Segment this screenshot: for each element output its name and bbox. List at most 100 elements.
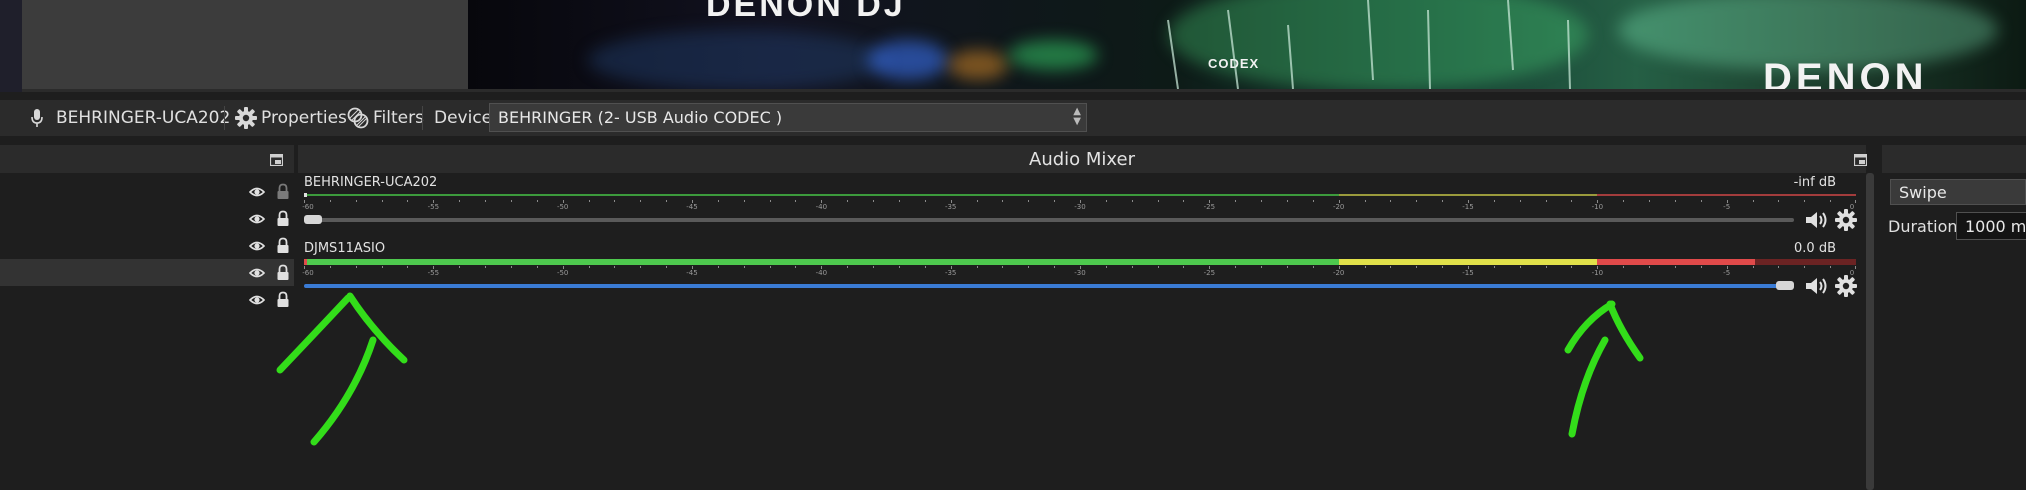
meter-tick (485, 200, 487, 202)
meter-tick (873, 200, 875, 202)
audio-mixer-dock: Audio Mixer BEHRINGER-UCA202 -inf dB -60 -5… (298, 145, 1874, 490)
undock-icon[interactable] (1854, 154, 1867, 166)
meter-tick (1442, 200, 1444, 202)
eye-icon[interactable] (249, 292, 265, 308)
meter-level-fill (1338, 259, 1598, 265)
source-row[interactable] (0, 178, 294, 205)
meter-tick (1261, 266, 1263, 268)
meter-tick (355, 266, 357, 268)
meter-tick (1183, 200, 1185, 202)
transition-select-value: Swipe (1899, 182, 1947, 202)
meter-tick-label: -15 (1462, 269, 1474, 277)
preview-side-panel (22, 0, 468, 89)
meter-tick-label: -20 (1332, 203, 1345, 211)
meter-tick-label: -25 (1203, 203, 1216, 211)
meter-tick (1028, 200, 1030, 202)
filter-icon (347, 107, 369, 129)
device-select[interactable]: BEHRINGER (2- USB Audio CODEC ) ▲ ▼ (489, 103, 1087, 132)
meter-tick (1649, 200, 1651, 202)
unlock-icon[interactable] (276, 183, 290, 200)
meter-tick-label: -5 (1723, 203, 1731, 211)
meter-tick (924, 200, 926, 202)
lock-icon[interactable] (276, 237, 290, 254)
meter-tick (1623, 200, 1625, 202)
meter-tick (510, 200, 512, 202)
meter-tick (1674, 200, 1676, 202)
meter-tick (355, 200, 357, 202)
meter-tick (1235, 266, 1237, 268)
volume-slider[interactable] (304, 284, 1794, 288)
channel-name: BEHRINGER-UCA202 (304, 175, 438, 190)
volume-slider-handle[interactable] (1776, 281, 1794, 290)
lock-icon[interactable] (276, 291, 290, 308)
meter-tick (769, 266, 771, 268)
meter-tick (588, 200, 590, 202)
meter-tick (1674, 266, 1676, 268)
mixer-channel: DJMS11ASIO 0.0 dB -60 -55 -50 -45 -40 -35 -30 -25… (298, 241, 1866, 307)
meter-tick (847, 266, 849, 268)
meter-tick-label: -5 (1723, 269, 1731, 277)
meter-tick (1312, 200, 1314, 202)
meter-tick (407, 266, 409, 268)
gear-icon[interactable] (1834, 274, 1858, 298)
duration-value: 1000 ms (1965, 216, 2026, 236)
meter-range-segment (304, 194, 1339, 196)
lock-icon[interactable] (276, 264, 290, 281)
properties-label: Properties (261, 108, 347, 128)
meter-tick (640, 266, 642, 268)
eye-icon[interactable] (249, 238, 265, 254)
preview-video[interactable]: DENON DJ CODEX DENON (468, 0, 2026, 89)
meter-tick-label: -50 (556, 269, 569, 277)
gear-icon[interactable] (1834, 208, 1858, 232)
meter-tick-label: -55 (427, 203, 440, 211)
meter-tick (329, 266, 331, 268)
eye-icon[interactable] (249, 265, 265, 281)
meter-tick (381, 200, 383, 202)
meter-tick (743, 200, 745, 202)
channel-name: DJMS11ASIO (304, 241, 386, 256)
channel-db-readout: -inf dB (1793, 175, 1836, 190)
meter-tick (795, 200, 797, 202)
device-label: Device (434, 108, 493, 128)
speaker-icon[interactable] (1804, 209, 1828, 231)
meter-tick (1312, 266, 1314, 268)
meter-tick-label: -10 (1591, 203, 1604, 211)
volume-slider-handle[interactable] (304, 215, 322, 224)
transition-select[interactable]: Swipe (1890, 179, 2026, 205)
meter-tick (1364, 266, 1366, 268)
device-select-value: BEHRINGER (2- USB Audio CODEC ) (498, 108, 783, 127)
duration-input[interactable]: 1000 ms (1956, 212, 2026, 240)
eye-icon[interactable] (249, 184, 265, 200)
meter-tick-label: -60 (302, 203, 314, 211)
source-toolbar: BEHRINGER-UCA202 Properties Filters Devi… (0, 100, 2026, 136)
meter-tick (1649, 266, 1651, 268)
meter-tick (1390, 200, 1392, 202)
lock-icon[interactable] (276, 210, 290, 227)
properties-button[interactable]: Properties (234, 100, 347, 136)
source-name: BEHRINGER-UCA202 (30, 100, 230, 136)
source-row[interactable] (0, 259, 294, 286)
meter-tick (588, 266, 590, 268)
meter-tick-label: -15 (1462, 203, 1474, 211)
meter-tick-label: -40 (815, 269, 828, 277)
meter-tick-label: -45 (686, 203, 698, 211)
volume-slider[interactable] (304, 218, 1794, 222)
meter-level-fill (304, 259, 1339, 265)
source-row[interactable] (0, 286, 294, 313)
meter-tick (1054, 266, 1056, 268)
source-row[interactable] (0, 232, 294, 259)
mixer-scrollbar[interactable] (1866, 173, 1874, 490)
updown-arrows-icon: ▲ ▼ (1073, 106, 1081, 127)
eye-icon[interactable] (249, 211, 265, 227)
meter-tick (1157, 266, 1159, 268)
source-row[interactable] (0, 205, 294, 232)
filters-button[interactable]: Filters (346, 100, 424, 136)
audio-mixer-titlebar: Audio Mixer (298, 145, 1867, 173)
speaker-icon[interactable] (1804, 275, 1828, 297)
meter-scale: -60 -55 -50 -45 -40 -35 -30 -25 -20 -15 -10 -5 0 (302, 266, 1856, 278)
mixer-channel: BEHRINGER-UCA202 -inf dB -60 -55 -50 -45 -40 -3… (298, 175, 1866, 241)
meter-tick (1571, 266, 1573, 268)
undock-icon[interactable] (270, 154, 283, 166)
meter-tick (381, 266, 383, 268)
meter-tick (1623, 266, 1625, 268)
